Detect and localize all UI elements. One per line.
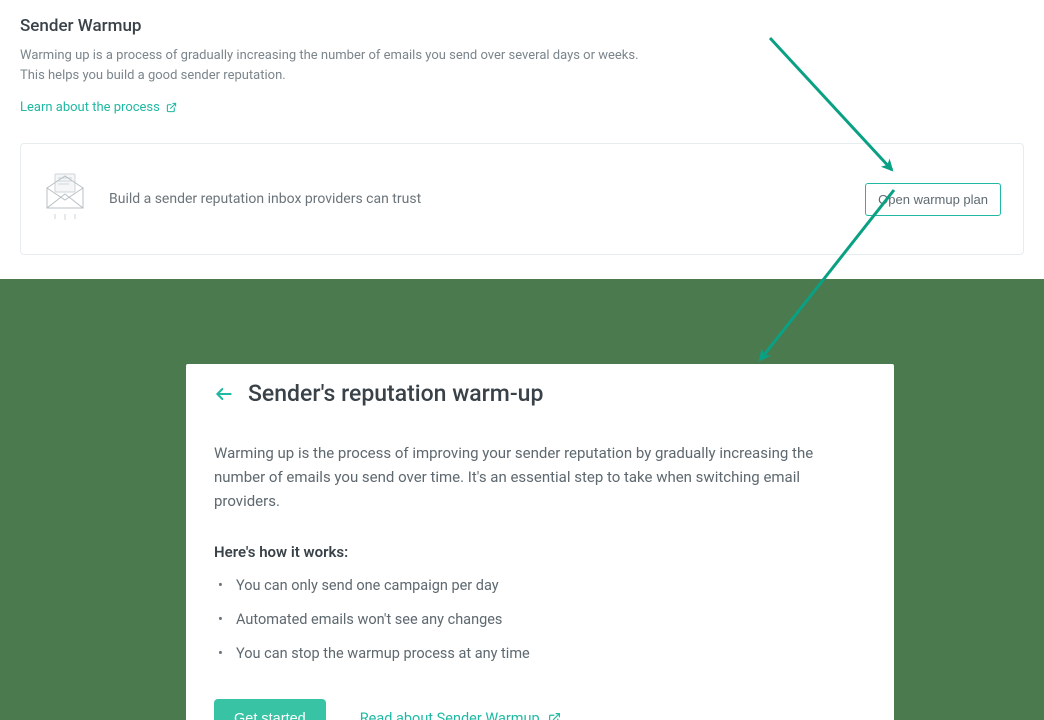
external-link-icon xyxy=(166,102,177,113)
panel-subheading: Here's how it works: xyxy=(214,543,866,561)
list-item: You can stop the warmup process at any t… xyxy=(216,643,866,665)
warmup-card-left: Build a sender reputation inbox provider… xyxy=(43,172,421,226)
backdrop: Sender's reputation warm-up Warming up i… xyxy=(0,279,1044,720)
warmup-detail-panel: Sender's reputation warm-up Warming up i… xyxy=(186,364,894,720)
section-description: Warming up is a process of gradually inc… xyxy=(20,46,640,86)
panel-actions: Get started Read about Sender Warmup xyxy=(214,699,866,720)
list-item: You can only send one campaign per day xyxy=(216,575,866,597)
get-started-button[interactable]: Get started xyxy=(214,699,326,720)
list-item: Automated emails won't see any changes xyxy=(216,609,866,631)
external-link-icon xyxy=(548,712,561,720)
read-about-warmup-label: Read about Sender Warmup xyxy=(360,710,540,720)
back-arrow-icon[interactable] xyxy=(214,384,234,404)
sender-warmup-section: Sender Warmup Warming up is a process of… xyxy=(0,0,1044,279)
learn-process-link[interactable]: Learn about the process xyxy=(20,100,177,115)
panel-paragraph: Warming up is the process of improving y… xyxy=(214,441,866,513)
warmup-card-message: Build a sender reputation inbox provider… xyxy=(109,191,421,207)
envelope-icon xyxy=(43,172,87,226)
warmup-card: Build a sender reputation inbox provider… xyxy=(20,143,1024,255)
panel-title: Sender's reputation warm-up xyxy=(248,380,543,407)
steps-list: You can only send one campaign per day A… xyxy=(214,575,866,664)
section-title: Sender Warmup xyxy=(20,16,1024,36)
panel-header: Sender's reputation warm-up xyxy=(214,380,866,407)
learn-process-link-label: Learn about the process xyxy=(20,100,160,115)
read-about-warmup-link[interactable]: Read about Sender Warmup xyxy=(360,710,561,720)
open-warmup-plan-button[interactable]: Open warmup plan xyxy=(865,183,1001,216)
